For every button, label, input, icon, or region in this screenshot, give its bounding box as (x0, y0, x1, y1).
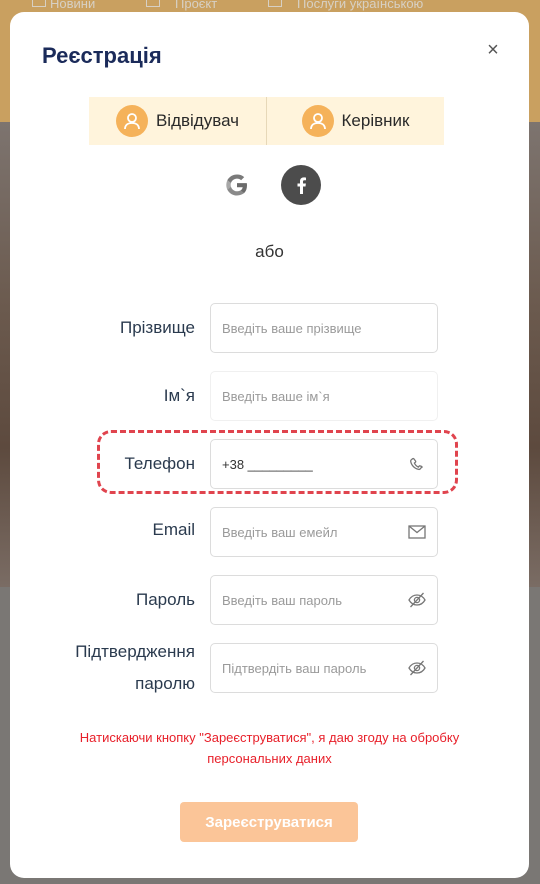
password-input[interactable] (222, 576, 402, 624)
surname-field (210, 303, 438, 353)
services-icon (268, 0, 282, 7)
role-manager-label: Керівник (341, 111, 410, 130)
phone-field (210, 439, 438, 489)
nav-news: Новини (50, 0, 96, 11)
confirm-password-label-line2: паролю (135, 674, 195, 693)
eye-off-icon[interactable] (407, 659, 427, 677)
surname-input[interactable] (222, 304, 402, 352)
google-icon (226, 174, 247, 196)
nav-project: Проєкт (175, 0, 218, 11)
user-avatar-icon (301, 105, 334, 137)
eye-off-icon[interactable] (407, 591, 427, 609)
consent-line2: персональних даних (207, 751, 332, 766)
consent-line1: Натискаючи кнопку "Зареєструватися", я д… (79, 730, 460, 745)
phone-label: Телефон (124, 454, 195, 473)
user-avatar-icon (115, 105, 148, 137)
nav-services: Послуги українською (297, 0, 424, 11)
close-icon[interactable]: × (482, 39, 504, 61)
confirm-password-input[interactable] (222, 644, 402, 692)
surname-label: Прізвище (119, 318, 195, 337)
email-input[interactable] (222, 508, 402, 556)
registration-modal: Реєстрація × Відвідувач Керівник або Прі… (10, 12, 529, 878)
phone-icon (410, 457, 423, 471)
password-label: Пароль (136, 590, 195, 609)
role-visitor-label: Відвідувач (155, 111, 240, 130)
mail-icon (408, 525, 426, 539)
modal-title: Реєстрація (42, 43, 162, 68)
role-visitor-button[interactable]: Відвідувач (89, 97, 266, 145)
email-field (210, 507, 438, 557)
name-input[interactable] (222, 372, 402, 420)
confirm-password-label: Підтвердження паролю (75, 636, 195, 700)
facebook-login-button[interactable] (281, 165, 321, 205)
role-manager-button[interactable]: Керівник (266, 97, 444, 145)
news-icon (32, 0, 46, 7)
facebook-icon (297, 177, 306, 194)
register-button[interactable]: Зареєструватися (180, 802, 358, 842)
or-divider: або (255, 242, 284, 261)
confirm-password-field (210, 643, 438, 693)
role-switch: Відвідувач Керівник (89, 97, 444, 145)
consent-text: Натискаючи кнопку "Зареєструватися", я д… (10, 727, 529, 769)
confirm-password-label-line1: Підтвердження (75, 642, 195, 661)
phone-input[interactable] (222, 440, 402, 488)
google-login-button[interactable] (217, 165, 257, 205)
email-label: Email (152, 520, 195, 539)
password-field (210, 575, 438, 625)
project-icon (146, 0, 160, 7)
name-field (210, 371, 438, 421)
name-label: Ім`я (163, 386, 195, 405)
